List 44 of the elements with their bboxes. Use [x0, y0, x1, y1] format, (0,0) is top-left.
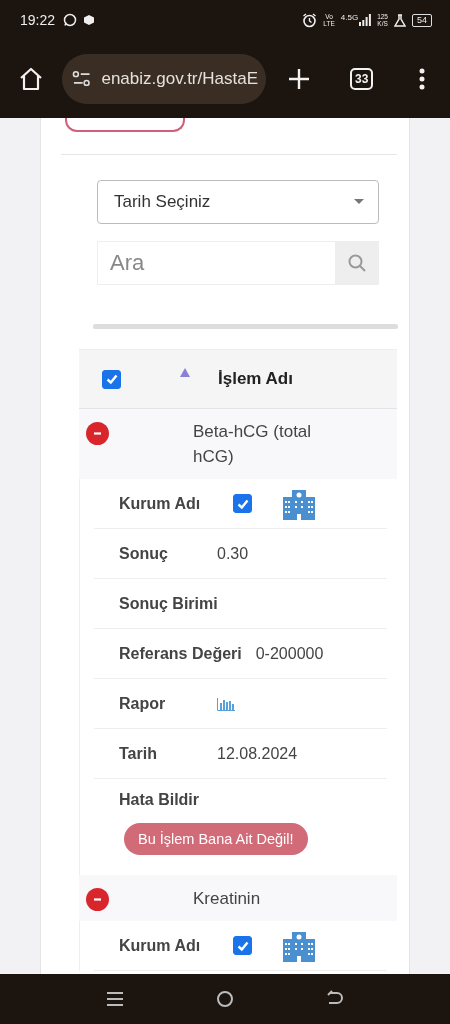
bar-chart-icon[interactable]	[217, 696, 235, 711]
address-bar[interactable]: enabiz.gov.tr/HastaE	[62, 54, 266, 104]
date-select[interactable]: Tarih Seçiniz	[97, 180, 379, 224]
procedure-name: Kreatinin	[193, 887, 262, 910]
field-label: Rapor	[119, 694, 167, 713]
menu-icon[interactable]	[106, 991, 124, 1007]
site-settings-icon[interactable]	[72, 70, 92, 88]
field-value: 0-200000	[255, 644, 324, 663]
alarm-icon	[302, 12, 318, 28]
institution-checkbox[interactable]	[233, 936, 252, 955]
field-label: Sonuç	[119, 544, 169, 563]
home-button-icon[interactable]	[216, 990, 234, 1008]
search-button[interactable]	[335, 241, 379, 285]
collapse-toggle-icon[interactable]	[86, 888, 109, 911]
field-label: Kurum Adı	[119, 936, 202, 955]
collapse-toggle-icon[interactable]	[86, 422, 109, 445]
horizontal-scrollbar[interactable]	[93, 324, 398, 329]
network-type: 4.5G	[340, 13, 359, 22]
field-label: Referans Değeri	[119, 644, 243, 663]
dropdown-caret-icon	[354, 199, 364, 205]
new-tab-icon[interactable]	[288, 68, 310, 90]
chat-app-icon	[63, 13, 78, 27]
flask-icon	[394, 13, 406, 27]
tab-count-button[interactable]: 33	[350, 68, 374, 90]
menu-icon[interactable]	[419, 68, 426, 90]
cube-icon	[83, 14, 96, 26]
field-label: Sonuç Birimi	[119, 594, 219, 613]
home-icon[interactable]	[18, 66, 44, 92]
field-label: Hata Bildir	[119, 791, 200, 809]
search-field[interactable]: Ara	[97, 241, 335, 285]
select-all-checkbox[interactable]	[102, 369, 121, 389]
institution-checkbox[interactable]	[233, 494, 252, 513]
signal-icon	[359, 14, 372, 26]
field-value: 0.30	[217, 544, 249, 563]
outlined-button[interactable]	[65, 118, 185, 132]
sort-triangle-icon[interactable]	[180, 367, 190, 377]
field-label: Kurum Adı	[119, 494, 202, 513]
search-icon	[347, 253, 367, 273]
status-time: 19:22	[20, 12, 56, 28]
field-value: 12.08.2024	[217, 744, 298, 763]
battery-level: 54	[412, 13, 432, 27]
procedure-name: Beta-hCG (total hCG)	[193, 421, 313, 468]
field-label: Tarih	[119, 744, 158, 763]
column-header[interactable]: İşlem Adı	[218, 369, 293, 389]
